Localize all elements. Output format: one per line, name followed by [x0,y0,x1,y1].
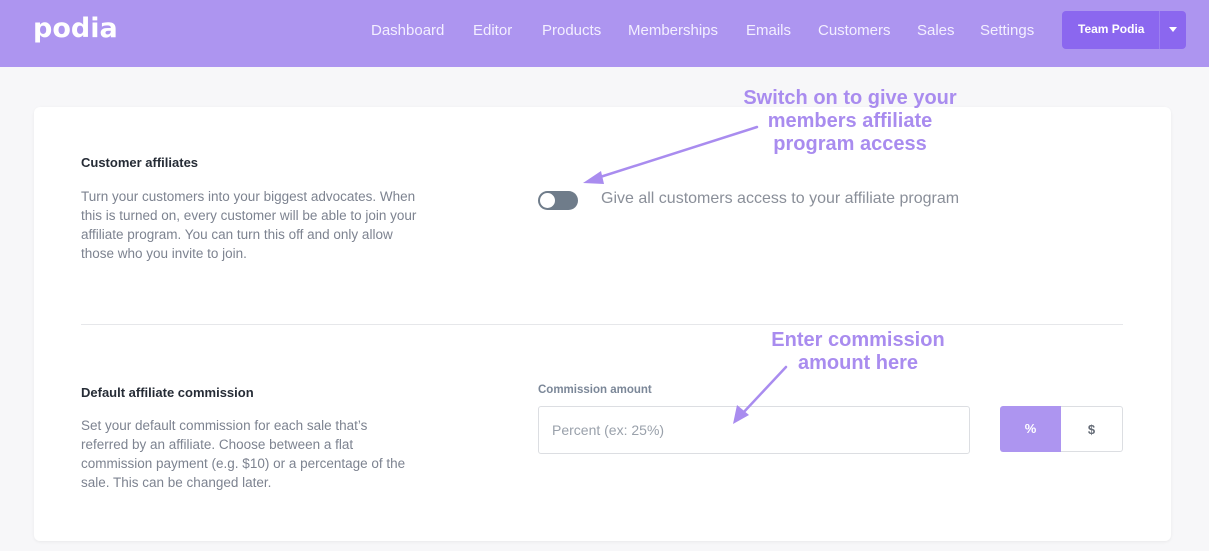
nav-sales[interactable]: Sales [917,22,955,39]
toggle-annotation-line-2: members affiliate [767,110,933,132]
commission-annotation-line-1: Enter commission [771,329,945,351]
nav-customers[interactable]: Customers [818,22,891,39]
default-commission-title: Default affiliate commission [81,385,254,400]
affiliate-access-toggle[interactable] [538,191,578,210]
nav-settings[interactable]: Settings [980,22,1034,39]
toggle-annotation-line-1: Switch on to give your [743,87,957,109]
commission-annotation: Enter commission amount here [718,329,998,375]
toggle-knob [540,193,555,208]
podia-logo[interactable]: podia [33,13,118,44]
team-button-divider [1159,11,1160,49]
nav-memberships[interactable]: Memberships [628,22,718,39]
commission-unit-toggle: % $ [1000,406,1123,452]
commission-amount-label: Commission amount [538,384,652,396]
commission-annotation-line-2: amount here [797,352,919,374]
section-divider [81,324,1123,325]
customer-affiliates-description: Turn your customers into your biggest ad… [81,189,417,261]
dollar-unit-button[interactable]: $ [1061,406,1123,452]
default-commission-description: Set your default commission for each sal… [81,418,406,490]
nav-dashboard[interactable]: Dashboard [371,22,444,39]
nav-products[interactable]: Products [542,22,601,39]
nav-editor[interactable]: Editor [473,22,512,39]
toggle-annotation-line-3: program access [773,133,927,155]
commission-amount-input[interactable] [538,406,970,454]
nav-emails[interactable]: Emails [746,22,791,39]
team-podia-button[interactable]: Team Podia [1062,11,1186,49]
customer-affiliates-title: Customer affiliates [81,155,199,170]
team-button-label: Team Podia [1078,22,1145,36]
affiliate-access-toggle-label[interactable]: Give all customers access to your affili… [601,190,959,208]
top-navigation-bar: podia Dashboard Editor Products Membersh… [0,0,1209,67]
percent-unit-button[interactable]: % [1000,406,1061,452]
caret-down-icon[interactable] [1169,27,1177,32]
toggle-annotation: Switch on to give your members affiliate… [700,87,1000,156]
